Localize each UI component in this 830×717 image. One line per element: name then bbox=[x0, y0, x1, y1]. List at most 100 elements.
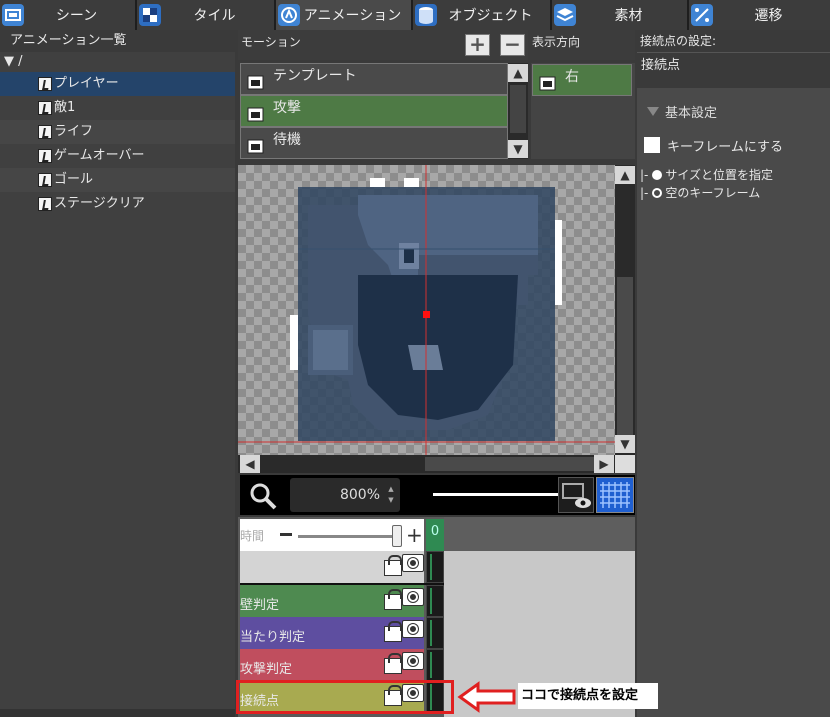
settings-header: 接続点の設定: bbox=[637, 30, 830, 52]
zoom-input[interactable]: 800% ▲ ▼ bbox=[290, 478, 400, 512]
list-item[interactable]: ゲームオーバー bbox=[0, 144, 235, 168]
tab-object[interactable]: オブジェクト bbox=[413, 0, 552, 30]
keyframe-cell[interactable] bbox=[426, 585, 444, 617]
folder-root[interactable]: ▼ / bbox=[0, 52, 235, 72]
motion-header: モーション + − bbox=[238, 30, 528, 60]
scroll-thumb[interactable] bbox=[617, 277, 633, 437]
list-item[interactable]: ライフ bbox=[0, 120, 235, 144]
motion-scrollbar[interactable]: ▲ ▼ bbox=[508, 63, 528, 159]
sprite-canvas[interactable] bbox=[238, 165, 615, 455]
direction-item[interactable]: 右 bbox=[532, 64, 632, 96]
scroll-thumb[interactable] bbox=[425, 457, 595, 471]
direction-list: 右 bbox=[531, 63, 635, 159]
direction-icon bbox=[539, 76, 556, 91]
canvas-horizontal-scrollbar[interactable]: ◀ ▶ bbox=[238, 455, 615, 473]
animation-file-icon bbox=[38, 101, 52, 115]
animation-file-icon bbox=[38, 173, 52, 187]
collapse-triangle-icon[interactable] bbox=[647, 107, 659, 116]
animation-list-title: アニメーション一覧 bbox=[0, 30, 235, 52]
material-icon bbox=[554, 4, 576, 26]
layer-row[interactable]: 攻撃判定 bbox=[240, 649, 424, 681]
zoom-icon[interactable] bbox=[248, 481, 278, 511]
animation-list: プレイヤー 敵1 ライフ ゲームオーバー ゴール ステージクリア bbox=[0, 72, 235, 216]
zoom-spinner[interactable]: ▲ ▼ bbox=[386, 484, 396, 506]
scroll-down-icon[interactable]: ▼ bbox=[508, 140, 528, 158]
motion-list: テンプレート 攻撃 待機 bbox=[240, 63, 508, 159]
scroll-up-icon[interactable]: ▲ bbox=[508, 64, 528, 82]
layer-row[interactable]: 当たり判定 bbox=[240, 617, 424, 649]
highlight-box bbox=[236, 680, 454, 714]
lock-icon[interactable] bbox=[384, 653, 402, 674]
animation-list-panel: アニメーション一覧 ▼ / プレイヤー 敵1 ライフ ゲームオーバー ゴール ス… bbox=[0, 30, 235, 717]
frame-number[interactable]: 0 bbox=[426, 519, 444, 551]
motion-item[interactable]: 攻撃 bbox=[240, 95, 508, 127]
main-tab-bar: シーン タイル アニメーション オブジェクト 素材 遷移 bbox=[0, 0, 830, 30]
list-item[interactable]: ステージクリア bbox=[0, 192, 235, 216]
radio-selected-icon[interactable] bbox=[652, 170, 663, 180]
motion-item[interactable]: テンプレート bbox=[240, 63, 508, 95]
zoom-in-icon[interactable]: + bbox=[406, 525, 423, 545]
time-scale-slider[interactable] bbox=[298, 535, 400, 538]
eye-icon[interactable] bbox=[402, 652, 424, 670]
eye-icon bbox=[562, 483, 591, 508]
connection-point-name-field[interactable]: 接続点 bbox=[637, 52, 830, 88]
timeline-ruler bbox=[444, 517, 635, 551]
keyframe-cell[interactable] bbox=[426, 551, 444, 583]
tab-transition[interactable]: 遷移 bbox=[689, 0, 830, 30]
slider-knob[interactable] bbox=[392, 525, 402, 547]
motion-title: モーション bbox=[241, 35, 301, 49]
onion-skin-button[interactable] bbox=[558, 477, 594, 513]
annotation-label: ココで接続点を設定 bbox=[518, 683, 658, 709]
eye-icon[interactable] bbox=[402, 554, 424, 572]
animation-file-icon bbox=[38, 149, 52, 163]
keyframe-cell[interactable] bbox=[426, 617, 444, 649]
radio-size-position[interactable]: |- サイズと位置を指定 bbox=[640, 166, 773, 183]
time-label: 時間 bbox=[240, 529, 265, 543]
tab-tile[interactable]: タイル bbox=[137, 0, 276, 30]
list-item[interactable]: 敵1 bbox=[0, 96, 235, 120]
radio-empty-keyframe[interactable]: |- 空のキーフレーム bbox=[640, 184, 760, 201]
scroll-left-icon[interactable]: ◀ bbox=[240, 455, 260, 473]
keyframe-checkbox-label: キーフレームにする bbox=[667, 140, 783, 155]
direction-title: 表示方向 bbox=[532, 35, 581, 49]
tile-icon bbox=[139, 4, 161, 26]
connection-point-marker bbox=[423, 311, 430, 318]
arrow-left-icon bbox=[457, 681, 516, 713]
direction-header: 表示方向 bbox=[530, 30, 635, 60]
object-icon bbox=[415, 4, 437, 26]
lock-icon[interactable] bbox=[384, 589, 402, 610]
list-item[interactable]: ゴール bbox=[0, 168, 235, 192]
scroll-right-icon[interactable]: ▶ bbox=[594, 455, 614, 473]
time-scale-control: 時間 + bbox=[240, 519, 424, 551]
tab-material[interactable]: 素材 bbox=[552, 0, 689, 30]
grid-icon bbox=[600, 482, 630, 508]
lock-icon[interactable] bbox=[384, 621, 402, 642]
animation-icon bbox=[278, 4, 300, 26]
canvas-vertical-scrollbar[interactable]: ▲ ▼ bbox=[615, 165, 635, 455]
keyframe-cell[interactable] bbox=[426, 649, 444, 681]
list-item[interactable]: プレイヤー bbox=[0, 72, 235, 96]
radio-icon[interactable] bbox=[652, 188, 663, 198]
tab-scene[interactable]: シーン bbox=[0, 0, 137, 30]
motion-icon bbox=[247, 75, 264, 90]
layer-row[interactable]: 壁判定 bbox=[240, 585, 424, 617]
motion-item[interactable]: 待機 bbox=[240, 127, 508, 159]
eye-icon[interactable] bbox=[402, 588, 424, 606]
zoom-toolbar: 800% ▲ ▼ bbox=[240, 475, 635, 515]
basic-settings-title[interactable]: 基本設定 bbox=[665, 102, 717, 121]
scroll-thumb[interactable] bbox=[510, 85, 526, 133]
add-motion-button[interactable]: + bbox=[465, 34, 490, 56]
zoom-slider[interactable] bbox=[433, 493, 558, 496]
zoom-out-icon[interactable] bbox=[280, 533, 292, 536]
grid-toggle-button[interactable] bbox=[596, 477, 634, 513]
motion-icon bbox=[247, 139, 264, 154]
scroll-down-icon[interactable]: ▼ bbox=[615, 435, 635, 453]
animation-file-icon bbox=[38, 197, 52, 211]
tab-animation[interactable]: アニメーション bbox=[276, 0, 413, 30]
layer-row[interactable] bbox=[240, 551, 424, 583]
keyframe-checkbox[interactable] bbox=[644, 137, 660, 153]
eye-icon[interactable] bbox=[402, 620, 424, 638]
remove-motion-button[interactable]: − bbox=[500, 34, 525, 56]
lock-icon[interactable] bbox=[384, 555, 402, 576]
scroll-up-icon[interactable]: ▲ bbox=[615, 166, 635, 184]
